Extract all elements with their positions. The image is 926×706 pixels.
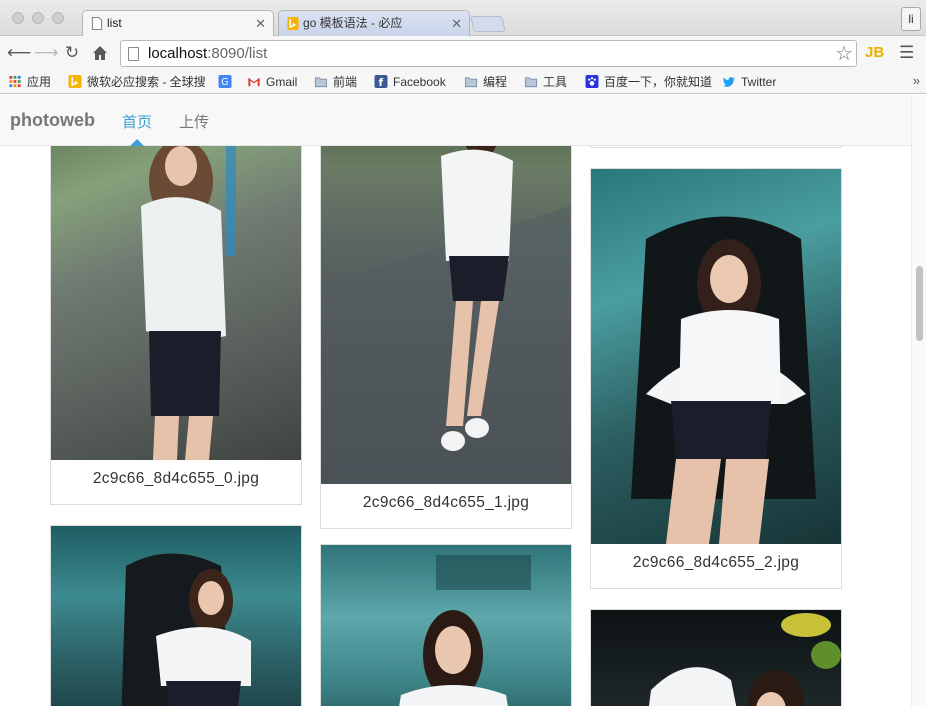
bookmark-folder-programming[interactable]: 编程 (464, 73, 507, 91)
photo-filename: 2c9c66_8d4c655_1.jpg (362, 494, 530, 511)
url-path: :8090/list (207, 45, 268, 62)
nav-upload[interactable]: 上传 (179, 111, 209, 132)
forward-arrow-icon[interactable]: ⟶ (34, 42, 58, 64)
bookmark-label: Twitter (741, 75, 777, 89)
bookmark-label: 应用 (27, 75, 52, 89)
tab-title: go 模板语法 - 必应 (303, 16, 403, 30)
bookmark-gmail[interactable]: Gmail (247, 73, 297, 91)
window-minimize-button[interactable] (32, 12, 44, 24)
photo-card[interactable] (590, 609, 842, 706)
bing-icon (287, 17, 299, 30)
page-icon (91, 17, 103, 30)
photo-figure (631, 216, 816, 544)
photo-figure (141, 106, 236, 460)
folder-icon (314, 77, 328, 88)
photo-card[interactable] (50, 525, 302, 706)
photo-figure (121, 553, 251, 706)
apps-grid-icon (9, 75, 21, 88)
vertical-scrollbar[interactable] (911, 95, 926, 706)
bing-icon (68, 75, 82, 88)
photo-figure (399, 555, 531, 706)
bookmark-apps[interactable]: 应用 (8, 73, 51, 91)
browser-toolbar: ⟵ ⟶ ↻ localhost:8090/list ☆ (0, 36, 926, 70)
bookmark-folder-tools[interactable]: 工具 (524, 73, 567, 91)
facebook-icon: f (374, 75, 388, 88)
translate-icon: G (218, 75, 232, 88)
twitter-icon (722, 77, 735, 87)
bookmark-label: Facebook (393, 75, 446, 89)
photo-card[interactable] (320, 544, 572, 706)
window-zoom-button[interactable] (52, 12, 64, 24)
jetbrains-extension-icon[interactable]: JB (865, 42, 887, 64)
bookmark-star-icon[interactable]: ☆ (835, 42, 853, 66)
reload-icon[interactable]: ↻ (62, 42, 82, 64)
bookmark-baidu[interactable]: 百度一下，你就知道 (585, 73, 712, 91)
photo-image[interactable] (591, 169, 841, 544)
bookmark-twitter[interactable]: Twitter (722, 73, 776, 91)
photo-card[interactable]: 2c9c66_8d4c655_2.jpg (590, 168, 842, 589)
back-arrow-icon[interactable]: ⟵ (7, 42, 31, 64)
tab-close-icon[interactable]: ✕ (255, 11, 266, 36)
gmail-icon (248, 77, 260, 87)
photo-card[interactable]: 2c9c66_8d4c655_1.jpg (320, 95, 572, 529)
bookmark-label: Gmail (266, 75, 298, 89)
photo-image[interactable] (321, 95, 571, 484)
bookmark-label: 微软必应搜索 - 全球搜 (87, 75, 206, 89)
scrollbar-thumb[interactable] (916, 266, 923, 341)
active-nav-indicator (130, 139, 144, 146)
photo-figure (321, 103, 571, 484)
svg-text:G: G (221, 77, 228, 88)
photo-image[interactable] (51, 526, 301, 706)
url-text[interactable]: localhost:8090/list (148, 41, 267, 67)
home-icon[interactable] (90, 42, 110, 64)
bookmark-label: 编程 (483, 75, 508, 89)
tab-bing-search[interactable]: go 模板语法 - 必应 ✕ (278, 10, 470, 36)
browser-tab-strip: list ✕ go 模板语法 - 必应 ✕ li (0, 0, 926, 36)
bookmark-facebook[interactable]: f Facebook (374, 73, 446, 91)
site-brand[interactable]: photoweb (10, 110, 95, 131)
folder-icon (524, 77, 538, 88)
tab-title: list (107, 16, 122, 30)
new-tab-button[interactable] (470, 16, 506, 32)
bookmark-folder-frontend[interactable]: 前端 (314, 73, 357, 91)
svg-text:f: f (379, 78, 384, 88)
nav-home[interactable]: 首页 (122, 111, 152, 132)
photo-image[interactable] (51, 95, 301, 460)
site-navbar: photoweb 首页 上传 (0, 95, 911, 146)
photo-card[interactable]: 2c9c66_8d4c655_0.jpg (50, 95, 302, 505)
menu-icon[interactable]: ☰ (899, 44, 917, 62)
baidu-icon (585, 75, 599, 88)
photo-filename: 2c9c66_8d4c655_0.jpg (92, 470, 260, 487)
bookmark-label: 工具 (543, 75, 568, 89)
tab-close-icon[interactable]: ✕ (451, 11, 462, 36)
photo-figure (649, 613, 841, 706)
folder-icon (464, 77, 478, 88)
address-bar[interactable]: localhost:8090/list ☆ (120, 40, 857, 67)
tab-list[interactable]: list ✕ (82, 10, 274, 36)
bookmark-translate[interactable]: G (218, 73, 237, 91)
bookmark-label: 百度一下，你就知道 (604, 75, 713, 89)
profile-button[interactable]: li (901, 7, 921, 31)
window-close-button[interactable] (12, 12, 24, 24)
photo-image[interactable] (591, 610, 841, 706)
bookmark-label: 前端 (333, 75, 358, 89)
url-host: localhost (148, 45, 208, 62)
page-viewport: photoweb 首页 上传 2c9c66_8d4c655_0.jpg 2c9c… (0, 95, 926, 706)
more-bookmarks-button[interactable]: » (913, 73, 920, 88)
bookmark-bing[interactable]: 微软必应搜索 - 全球搜 (68, 73, 206, 91)
page-icon (128, 47, 139, 61)
photo-filename: 2c9c66_8d4c655_2.jpg (632, 554, 800, 571)
bookmarks-bar: 应用 微软必应搜索 - 全球搜 G Gmail 前端 f Facebook 编程… (0, 70, 926, 94)
photo-image[interactable] (321, 545, 571, 706)
